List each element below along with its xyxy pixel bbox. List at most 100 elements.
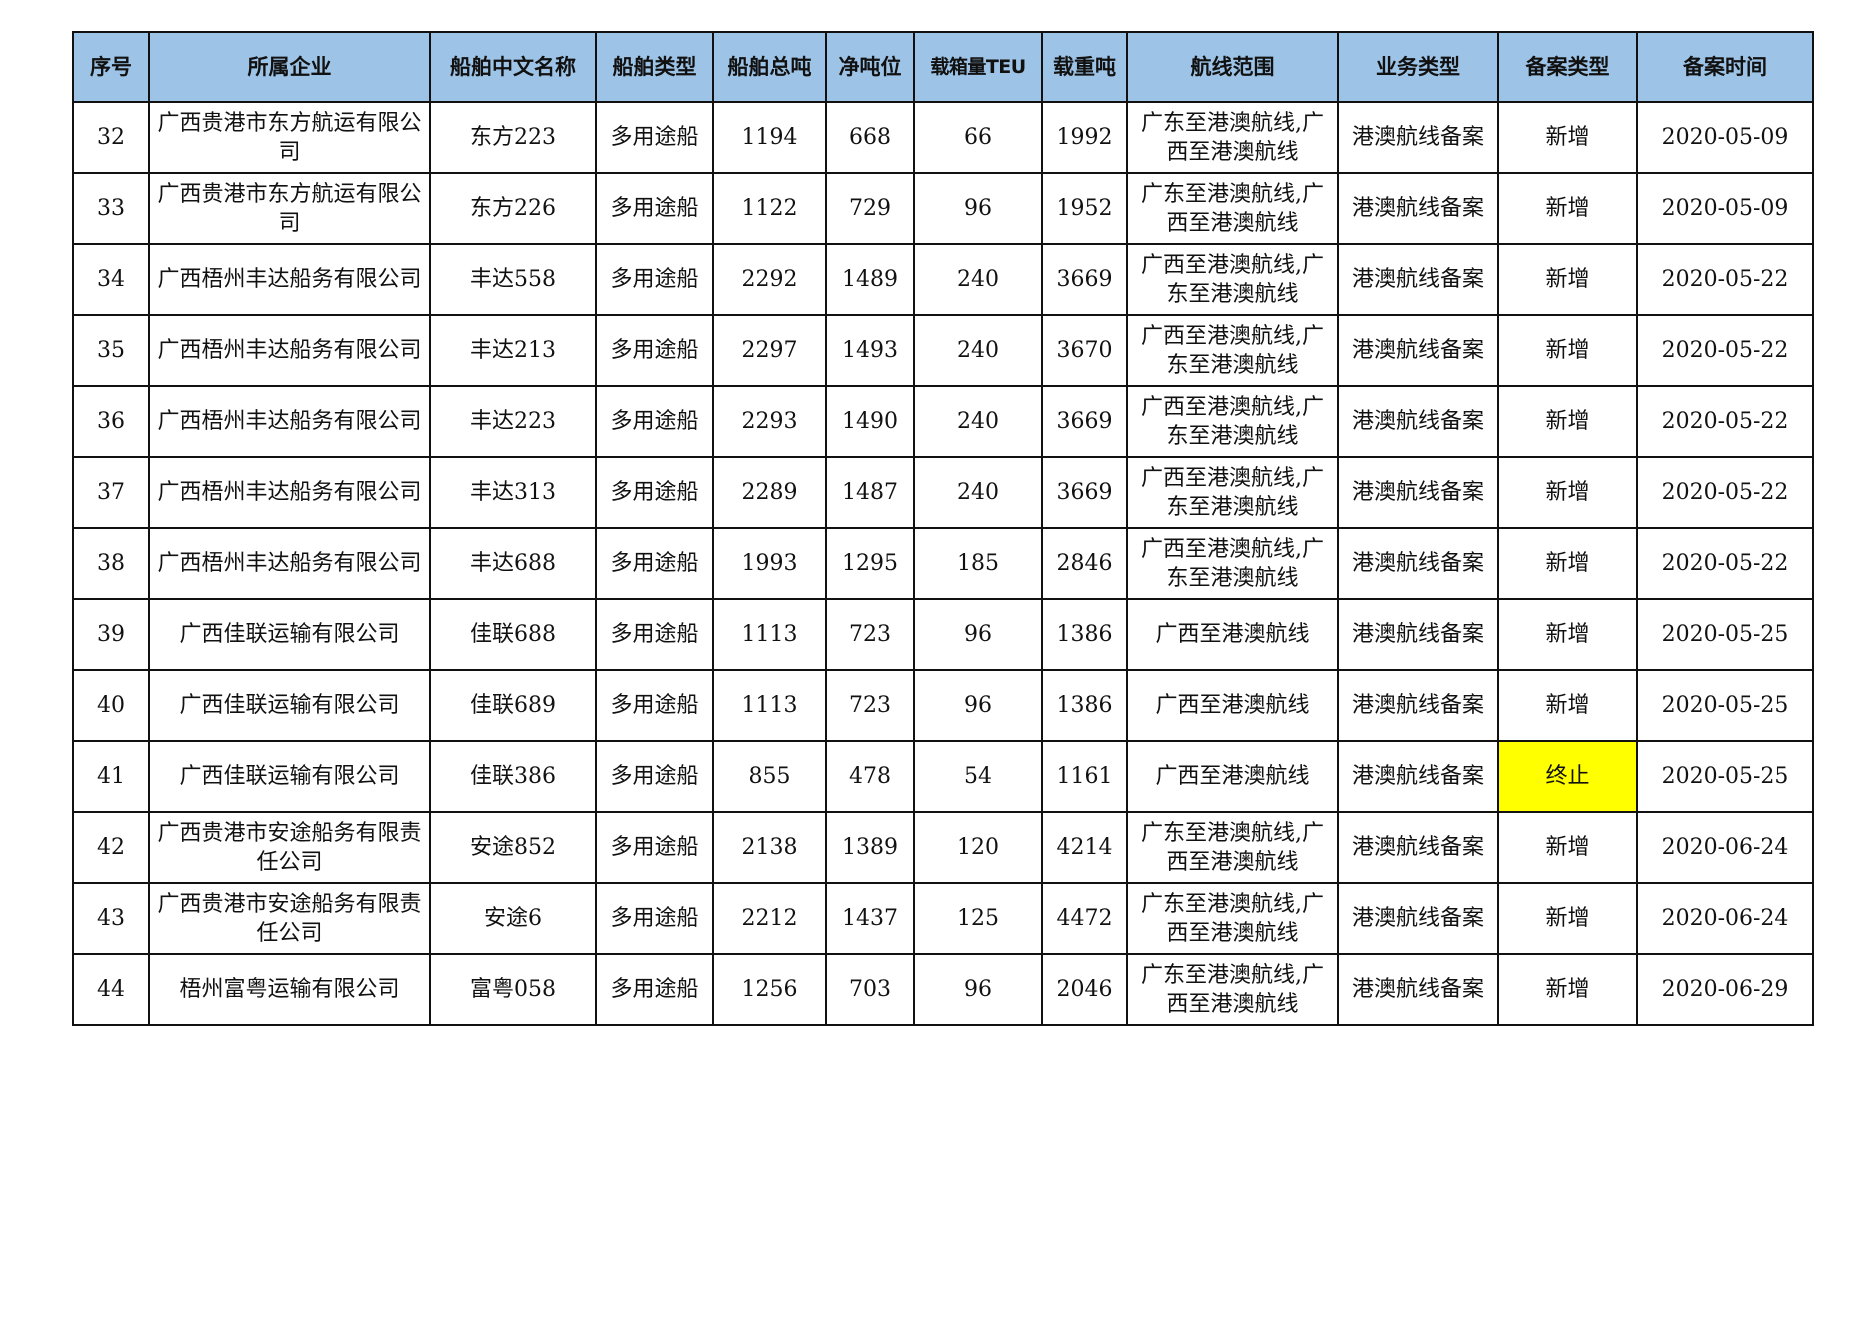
cell-text: 2020-05-22 [1661, 267, 1789, 292]
cell-text: 2020-05-25 [1661, 764, 1789, 789]
cell-col-filing-type: 新增 [1497, 811, 1638, 884]
cell-col-index: 38 [72, 527, 150, 600]
cell-text: 港澳航线备案 [1351, 338, 1484, 363]
cell-col-filing-date: 2020-05-22 [1636, 456, 1814, 529]
cell-text: 38 [97, 551, 125, 576]
cell-text: 广西至港澳航线,广东至港澳航线 [1141, 323, 1324, 378]
cell-col-business-type: 港澳航线备案 [1337, 811, 1499, 884]
cell-col-index: 33 [72, 172, 150, 245]
cell-col-deadweight: 3669 [1041, 243, 1128, 316]
cell-col-company: 广西贵港市安途船务有限责任公司 [148, 882, 431, 955]
cell-text: 2020-05-22 [1661, 480, 1789, 505]
cell-text: 梧州富粤运输有限公司 [179, 977, 400, 1002]
cell-text: 港澳航线备案 [1351, 977, 1484, 1002]
cell-col-route: 广西至港澳航线,广东至港澳航线 [1126, 456, 1339, 529]
cell-col-net-tonnage: 703 [825, 953, 915, 1026]
cell-col-business-type: 港澳航线备案 [1337, 385, 1499, 458]
cell-col-net-tonnage: 1487 [825, 456, 915, 529]
cell-text: 广西至港澳航线 [1155, 764, 1310, 789]
cell-col-vessel-name: 丰达688 [429, 527, 597, 600]
cell-text: 703 [849, 977, 891, 1002]
cell-text: 2138 [741, 835, 798, 860]
cell-text: 广西梧州丰达船务有限公司 [157, 551, 422, 576]
cell-text: 广西至港澳航线,广东至港澳航线 [1141, 252, 1324, 307]
cell-col-vessel-type: 多用途船 [595, 598, 714, 671]
cell-text: 新增 [1545, 906, 1590, 931]
cell-text: 新增 [1545, 196, 1590, 221]
cell-text: 广西佳联运输有限公司 [179, 764, 400, 789]
cell-text: 港澳航线备案 [1351, 551, 1484, 576]
cell-text: 广西至港澳航线,广东至港澳航线 [1141, 465, 1324, 520]
cell-text: 港澳航线备案 [1351, 196, 1484, 221]
cell-text: 2289 [741, 480, 798, 505]
cell-text: 40 [97, 693, 125, 718]
header-col-filing-type: 备案类型 [1497, 31, 1638, 103]
table-row: 36 广西梧州丰达船务有限公司 丰达223 多用途船 2293 1490 240 3669 广西… [72, 385, 1814, 458]
cell-text: 120 [957, 835, 999, 860]
table-row: 40 广西佳联运输有限公司 佳联689 多用途船 1113 723 96 1386 广西至港澳航… [72, 669, 1814, 742]
cell-text: 35 [97, 338, 125, 363]
cell-text: 港澳航线备案 [1351, 835, 1484, 860]
cell-col-filing-date: 2020-05-25 [1636, 669, 1814, 742]
cell-text: 41 [97, 764, 125, 789]
cell-text: 855 [748, 764, 791, 789]
cell-col-filing-date: 2020-05-22 [1636, 385, 1814, 458]
vessel-filing-table: 序号 所属企业 船舶中文名称 船舶类型 船舶总吨 净吨位 载箱量TEU 载重吨 航线范围 业务类型… [72, 31, 1814, 1026]
cell-col-teu: 66 [913, 101, 1043, 174]
table-row: 35 广西梧州丰达船务有限公司 丰达213 多用途船 2297 1493 240 3670 广西… [72, 314, 1814, 387]
cell-col-net-tonnage: 1295 [825, 527, 915, 600]
cell-col-filing-type: 终止 [1497, 740, 1638, 813]
cell-col-route: 广西至港澳航线 [1126, 740, 1339, 813]
cell-col-business-type: 港澳航线备案 [1337, 243, 1499, 316]
cell-col-route: 广西至港澳航线,广东至港澳航线 [1126, 527, 1339, 600]
cell-text: 1113 [741, 693, 798, 718]
cell-col-gross-tonnage: 2293 [712, 385, 827, 458]
cell-col-vessel-name: 丰达558 [429, 243, 597, 316]
cell-col-vessel-name: 东方226 [429, 172, 597, 245]
cell-text: 多用途船 [610, 977, 699, 1002]
cell-col-deadweight: 1161 [1041, 740, 1128, 813]
cell-col-teu: 96 [913, 953, 1043, 1026]
cell-col-company: 梧州富粤运输有限公司 [148, 953, 431, 1026]
cell-col-teu: 120 [913, 811, 1043, 884]
cell-col-company: 广西梧州丰达船务有限公司 [148, 385, 431, 458]
cell-text: 多用途船 [610, 125, 699, 150]
cell-col-route: 广西至港澳航线,广东至港澳航线 [1126, 385, 1339, 458]
table-row: 32 广西贵港市东方航运有限公司 东方223 多用途船 1194 668 66 1992 广东至… [72, 101, 1814, 174]
cell-col-teu: 96 [913, 172, 1043, 245]
cell-text: 东方223 [470, 125, 556, 150]
cell-text: 丰达313 [470, 480, 556, 505]
cell-text: 广东至港澳航线,广西至港澳航线 [1141, 181, 1324, 236]
cell-col-vessel-type: 多用途船 [595, 101, 714, 174]
cell-text: 佳联689 [470, 693, 556, 718]
cell-col-vessel-name: 东方223 [429, 101, 597, 174]
cell-col-filing-date: 2020-05-22 [1636, 243, 1814, 316]
table-row: 43 广西贵港市安途船务有限责任公司 安途6 多用途船 2212 1437 125 4472 广… [72, 882, 1814, 955]
cell-col-index: 34 [72, 243, 150, 316]
cell-text: 2020-05-25 [1661, 693, 1789, 718]
cell-col-business-type: 港澳航线备案 [1337, 456, 1499, 529]
cell-text: 广东至港澳航线,广西至港澳航线 [1141, 962, 1324, 1017]
cell-text: 1386 [1056, 693, 1113, 718]
cell-col-gross-tonnage: 2292 [712, 243, 827, 316]
cell-text: 2046 [1056, 977, 1113, 1002]
header-col-vessel-type: 船舶类型 [595, 31, 714, 103]
table-row: 34 广西梧州丰达船务有限公司 丰达558 多用途船 2292 1489 240 3669 广西… [72, 243, 1814, 316]
cell-col-deadweight: 3669 [1041, 385, 1128, 458]
cell-col-gross-tonnage: 2138 [712, 811, 827, 884]
cell-text: 2292 [741, 267, 798, 292]
cell-text: 240 [957, 480, 999, 505]
cell-text: 港澳航线备案 [1351, 764, 1484, 789]
cell-text: 新增 [1545, 267, 1590, 292]
cell-col-filing-date: 2020-05-25 [1636, 598, 1814, 671]
cell-text: 1490 [842, 409, 898, 434]
cell-col-gross-tonnage: 1122 [712, 172, 827, 245]
table-row: 39 广西佳联运输有限公司 佳联688 多用途船 1113 723 96 1386 广西至港澳航… [72, 598, 1814, 671]
cell-text: 240 [957, 338, 999, 363]
cell-text: 丰达558 [470, 267, 556, 292]
cell-text: 港澳航线备案 [1351, 693, 1484, 718]
cell-text: 广西至港澳航线,广东至港澳航线 [1141, 536, 1324, 591]
cell-text: 广西至港澳航线,广东至港澳航线 [1141, 394, 1324, 449]
cell-col-vessel-type: 多用途船 [595, 243, 714, 316]
cell-text: 185 [957, 551, 999, 576]
